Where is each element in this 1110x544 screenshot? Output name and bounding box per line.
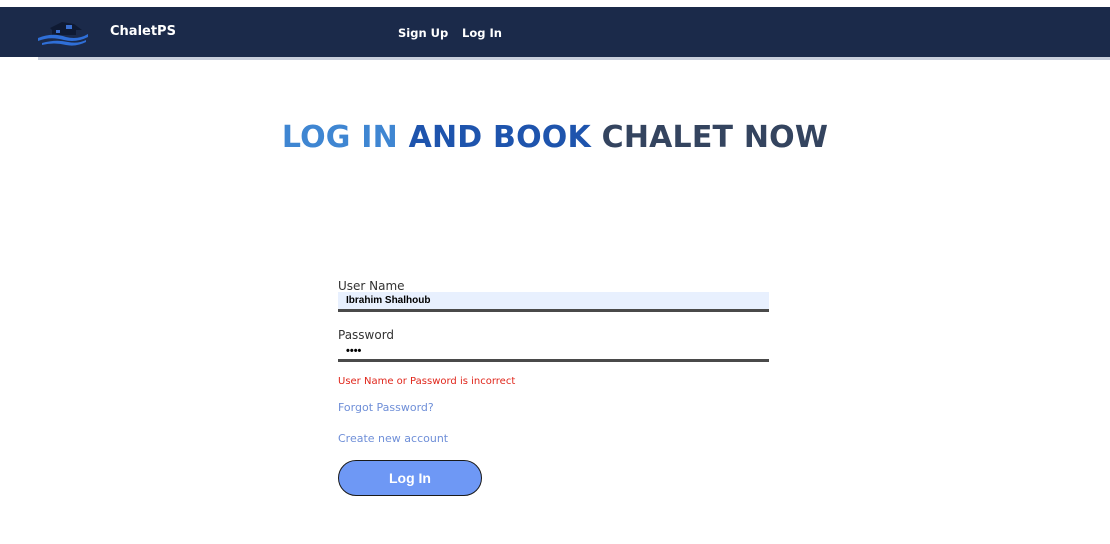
login-button[interactable]: Log In: [338, 460, 482, 496]
chalet-logo-icon[interactable]: [36, 18, 88, 48]
username-label: User Name: [338, 279, 405, 293]
password-input[interactable]: [338, 342, 769, 362]
create-account-link[interactable]: Create new account: [338, 432, 448, 445]
username-input[interactable]: [338, 292, 769, 312]
navbar-divider: [38, 57, 1110, 60]
nav-signup-link[interactable]: Sign Up: [398, 26, 448, 40]
nav-login-link[interactable]: Log In: [462, 26, 502, 40]
headline-part-book: AND BOOK: [408, 120, 602, 155]
page-headline: LOG IN AND BOOK CHALET NOW: [0, 120, 1110, 155]
brand-name[interactable]: ChaletPS: [110, 24, 176, 39]
login-error-message: User Name or Password is incorrect: [338, 376, 516, 387]
password-label: Password: [338, 328, 395, 342]
forgot-password-link[interactable]: Forgot Password?: [338, 401, 434, 414]
headline-part-login: LOG IN: [281, 120, 409, 155]
headline-part-chalet: CHALET NOW: [601, 120, 829, 155]
